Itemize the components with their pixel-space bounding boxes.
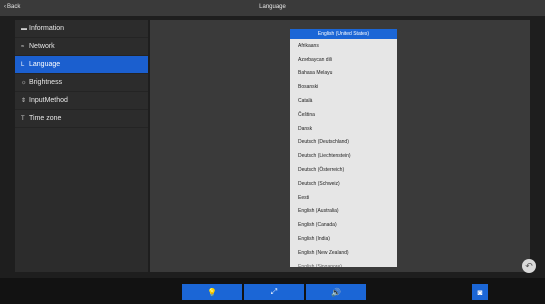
language-list-item[interactable]: Dansk (290, 122, 397, 136)
volume-button[interactable]: 🔊 (306, 284, 366, 300)
sidebar-item-information[interactable]: ▬ Information (15, 20, 148, 38)
language-list[interactable]: English (United States) Afrikaans Azərbay… (290, 29, 397, 267)
sidebar-item-label: Information (29, 25, 65, 32)
language-list-item[interactable]: Bahasa Melayu (290, 67, 397, 81)
cursor-button[interactable]: ⤢ (244, 284, 304, 300)
sidebar-item-label: InputMethod (29, 97, 68, 104)
wifi-icon: ≈ (21, 43, 25, 50)
volume-icon: 🔊 (331, 287, 341, 297)
language-list-item[interactable]: English (Singapore) (290, 260, 397, 267)
cursor-icon: ⤢ (270, 287, 278, 296)
top-bar: ‹ Back Language (0, 0, 545, 16)
sidebar-item-brightness[interactable]: ☼ Brightness (15, 74, 148, 92)
sidebar-item-label: Time zone (29, 115, 62, 122)
language-list-item[interactable]: Català (290, 94, 397, 108)
language-list-item[interactable]: Eesti (290, 191, 397, 205)
language-list-item[interactable]: Čeština (290, 108, 397, 122)
return-arrow-icon: ↶ (525, 260, 533, 271)
settings-sidebar: ▬ Information ≈ Network L Language ☼ Bri… (15, 20, 148, 272)
language-icon: L (21, 61, 25, 68)
language-list-item[interactable]: English (India) (290, 232, 397, 246)
brightness-icon: ☼ (21, 79, 27, 86)
sidebar-item-timezone[interactable]: T Time zone (15, 110, 148, 128)
language-list-item[interactable]: English (New Zealand) (290, 246, 397, 260)
sidebar-item-language[interactable]: L Language (15, 56, 148, 74)
sidebar-item-label: Brightness (29, 79, 63, 86)
language-list-item[interactable]: Deutsch (Liechtenstein) (290, 149, 397, 163)
sidebar-item-inputmethod[interactable]: ⇕ InputMethod (15, 92, 148, 110)
language-list-item[interactable]: English (Canada) (290, 218, 397, 232)
selected-language[interactable]: English (United States) (290, 29, 397, 39)
bottom-toolbar: 💡 ⤢ 🔊 ◙ (0, 278, 545, 304)
page-title: Language (259, 4, 286, 10)
language-list-item[interactable]: Bosanski (290, 80, 397, 94)
language-list-item[interactable]: Deutsch (Schweiz) (290, 177, 397, 191)
language-list-item[interactable]: Deutsch (Deutschland) (290, 136, 397, 150)
sidebar-item-label: Language (29, 61, 61, 68)
content-panel: English (United States) Afrikaans Azərbay… (150, 20, 530, 272)
lightbulb-icon: 💡 (207, 287, 217, 297)
language-list-item[interactable]: English (Australia) (290, 205, 397, 219)
light-button[interactable]: 💡 (182, 284, 242, 300)
screenshot-button[interactable]: ◙ (472, 284, 488, 300)
clock-icon: T (21, 115, 25, 122)
language-list-item[interactable]: Azərbaycan dili (290, 53, 397, 67)
input-method-icon: ⇕ (21, 98, 27, 104)
sidebar-item-label: Network (29, 43, 55, 50)
camera-icon: ◙ (477, 287, 483, 297)
language-list-item[interactable]: Deutsch (Österreich) (290, 163, 397, 177)
language-list-item[interactable]: Afrikaans (290, 39, 397, 53)
sidebar-item-network[interactable]: ≈ Network (15, 38, 148, 56)
info-icon: ▬ (21, 25, 27, 32)
back-floating-button[interactable]: ↶ (522, 259, 536, 273)
